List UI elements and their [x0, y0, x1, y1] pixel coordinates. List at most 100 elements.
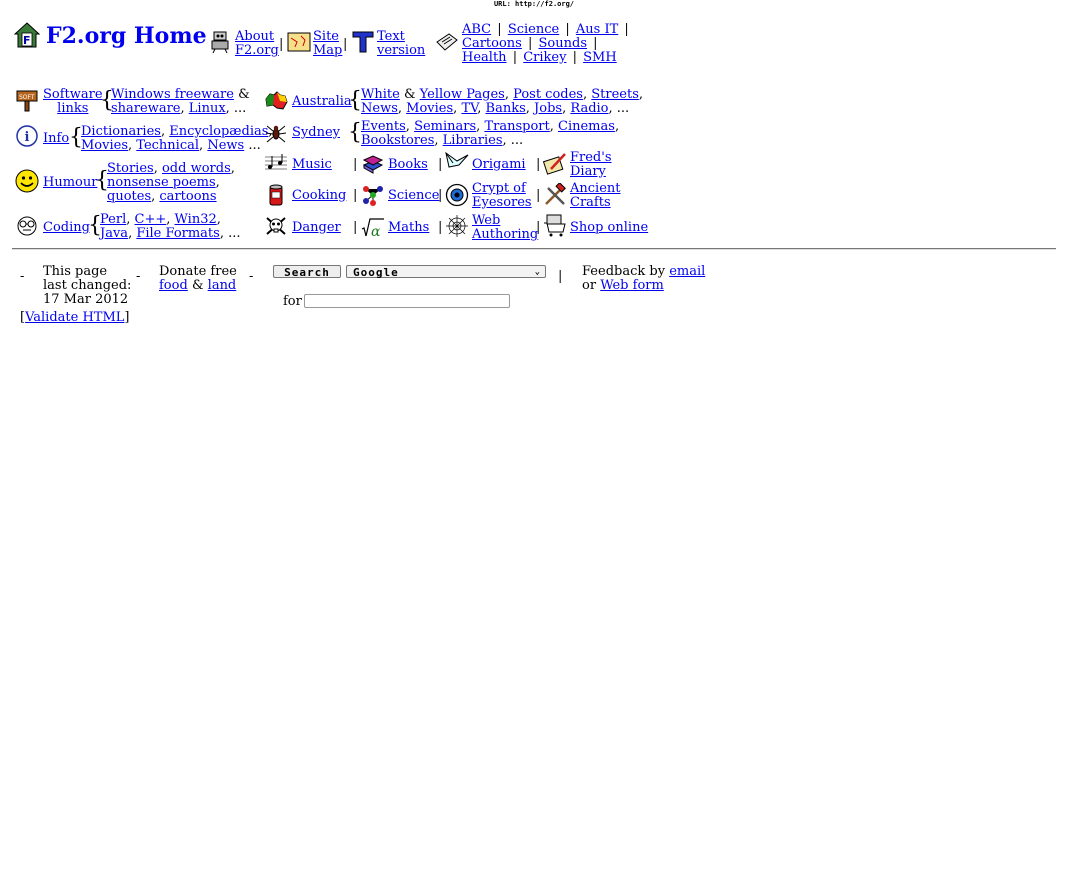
site-map-link[interactable]: Site Map [313, 30, 342, 58]
origami-link[interactable]: Origami [472, 158, 526, 172]
home-icon[interactable]: F [14, 22, 40, 48]
australia-link[interactable]: Australia [292, 95, 352, 109]
text-version-link[interactable]: Text version [377, 30, 425, 58]
donate-food-link[interactable]: food [159, 278, 188, 293]
java-link[interactable]: Java [100, 226, 128, 241]
validate-html-link[interactable]: Validate HTML [25, 310, 124, 325]
donate-land-link[interactable]: land [208, 278, 237, 293]
aus-movies-link[interactable]: Movies [406, 101, 453, 116]
jobs-link[interactable]: Jobs [534, 101, 562, 116]
banks-link[interactable]: Banks [486, 101, 526, 116]
seminars-link[interactable]: Seminars [414, 119, 476, 134]
search-engine-select[interactable]: Google ⌄ [346, 265, 546, 279]
text-version-line2[interactable]: version [377, 44, 425, 58]
search-query-input[interactable] [304, 294, 510, 308]
sydney-link[interactable]: Sydney [292, 126, 340, 140]
aus-it-link[interactable]: Aus IT [576, 22, 618, 37]
cooking-link[interactable]: Cooking [292, 189, 346, 203]
about-link-line2[interactable]: F2.org [235, 44, 279, 58]
feedback-email-link[interactable]: email [669, 264, 705, 279]
shop-online-link[interactable]: Shop online [570, 221, 648, 235]
white-pages-link[interactable]: White [361, 87, 400, 102]
humour-sublinks: Stories, odd words, nonsense poems, quot… [107, 162, 235, 204]
web-authoring-line2[interactable]: Authoring [472, 228, 538, 242]
movies-link[interactable]: Movies [81, 138, 128, 153]
about-link-line1[interactable]: About [235, 30, 279, 44]
music-link[interactable]: Music [292, 158, 332, 172]
crikey-link[interactable]: Crikey [523, 50, 566, 65]
odd-words-link[interactable]: odd words [162, 161, 231, 176]
win32-link[interactable]: Win32 [175, 212, 217, 227]
bookstores-link[interactable]: Bookstores [361, 133, 434, 148]
info-link[interactable]: Info [43, 132, 69, 146]
freds-diary-link[interactable]: Fred's Diary [570, 151, 612, 179]
cinemas-link[interactable]: Cinemas [558, 119, 615, 134]
search-button[interactable]: Search [273, 265, 341, 279]
feedback: Feedback by email or Web form [582, 265, 705, 293]
crypt-line2[interactable]: Eyesores [472, 196, 532, 210]
site-map-line2[interactable]: Map [313, 44, 342, 58]
books-icon [362, 155, 384, 174]
transport-link[interactable]: Transport [484, 119, 549, 134]
ancient-crafts-link[interactable]: Ancient Crafts [570, 182, 621, 210]
nonsense-poems-link[interactable]: nonsense poems [107, 175, 216, 190]
text-version-line1[interactable]: Text [377, 30, 425, 44]
cartoons-news-link[interactable]: Cartoons [462, 36, 522, 51]
tv-link[interactable]: TV [461, 101, 477, 116]
aus-news-link[interactable]: News [361, 101, 398, 116]
software-links-link[interactable]: Software links [43, 88, 103, 116]
health-link[interactable]: Health [462, 50, 507, 65]
encyclopaedias-link[interactable]: Encyclopædias [169, 124, 268, 139]
site-title-link[interactable]: F2.org Home [46, 22, 207, 50]
diary-pen-icon [543, 153, 566, 175]
dictionaries-link[interactable]: Dictionaries [81, 124, 161, 139]
yellow-pages-link[interactable]: Yellow Pages [420, 87, 505, 102]
crypt-of-eyesores-link[interactable]: Crypt of Eyesores [472, 182, 532, 210]
libraries-link[interactable]: Libraries [443, 133, 503, 148]
software-line2[interactable]: links [43, 102, 103, 116]
events-link[interactable]: Events [361, 119, 406, 134]
cpp-link[interactable]: C++ [135, 212, 167, 227]
technical-link[interactable]: Technical [136, 138, 199, 153]
comma: , [434, 133, 439, 148]
smh-link[interactable]: SMH [583, 50, 617, 65]
bracket-close: ] [124, 310, 130, 325]
crypt-line1[interactable]: Crypt of [472, 182, 532, 196]
radio-link[interactable]: Radio [570, 101, 608, 116]
software-line1[interactable]: Software [43, 88, 103, 102]
news-link[interactable]: News [207, 138, 244, 153]
web-authoring-line1[interactable]: Web [472, 214, 538, 228]
streets-link[interactable]: Streets [591, 87, 639, 102]
crafts-line2[interactable]: Crafts [570, 196, 621, 210]
for-label: for [283, 294, 302, 309]
site-map-line1[interactable]: Site [313, 30, 342, 44]
perl-link[interactable]: Perl [100, 212, 126, 227]
science-link[interactable]: Science [388, 189, 439, 203]
web-form-link[interactable]: Web form [600, 278, 664, 293]
windows-freeware-link[interactable]: Windows freeware [111, 87, 234, 102]
about-link[interactable]: About F2.org [235, 30, 279, 58]
last-changed-line1: This page [43, 264, 108, 279]
donate: Donate free food & land [159, 265, 237, 293]
freds-diary-line1[interactable]: Fred's [570, 151, 612, 165]
freds-diary-line2[interactable]: Diary [570, 165, 612, 179]
cartoons-link[interactable]: cartoons [159, 189, 216, 204]
danger-link[interactable]: Danger [292, 221, 341, 235]
science-news-link[interactable]: Science [508, 22, 559, 37]
linux-link[interactable]: Linux [189, 101, 226, 116]
shareware-link[interactable]: shareware [111, 101, 181, 116]
svg-text:α: α [371, 224, 381, 240]
books-link[interactable]: Books [388, 158, 428, 172]
humour-link[interactable]: Humour [43, 176, 97, 190]
coding-link[interactable]: Coding [43, 221, 90, 235]
quotes-link[interactable]: quotes [107, 189, 151, 204]
stories-link[interactable]: Stories [107, 161, 154, 176]
crafts-line1[interactable]: Ancient [570, 182, 621, 196]
abc-link[interactable]: ABC [462, 22, 491, 37]
maths-link[interactable]: Maths [388, 221, 429, 235]
sounds-link[interactable]: Sounds [539, 36, 587, 51]
web-authoring-link[interactable]: Web Authoring [472, 214, 538, 242]
file-formats-link[interactable]: File Formats [136, 226, 219, 241]
chevron-down-icon: ⌄ [534, 267, 541, 277]
post-codes-link[interactable]: Post codes [513, 87, 583, 102]
